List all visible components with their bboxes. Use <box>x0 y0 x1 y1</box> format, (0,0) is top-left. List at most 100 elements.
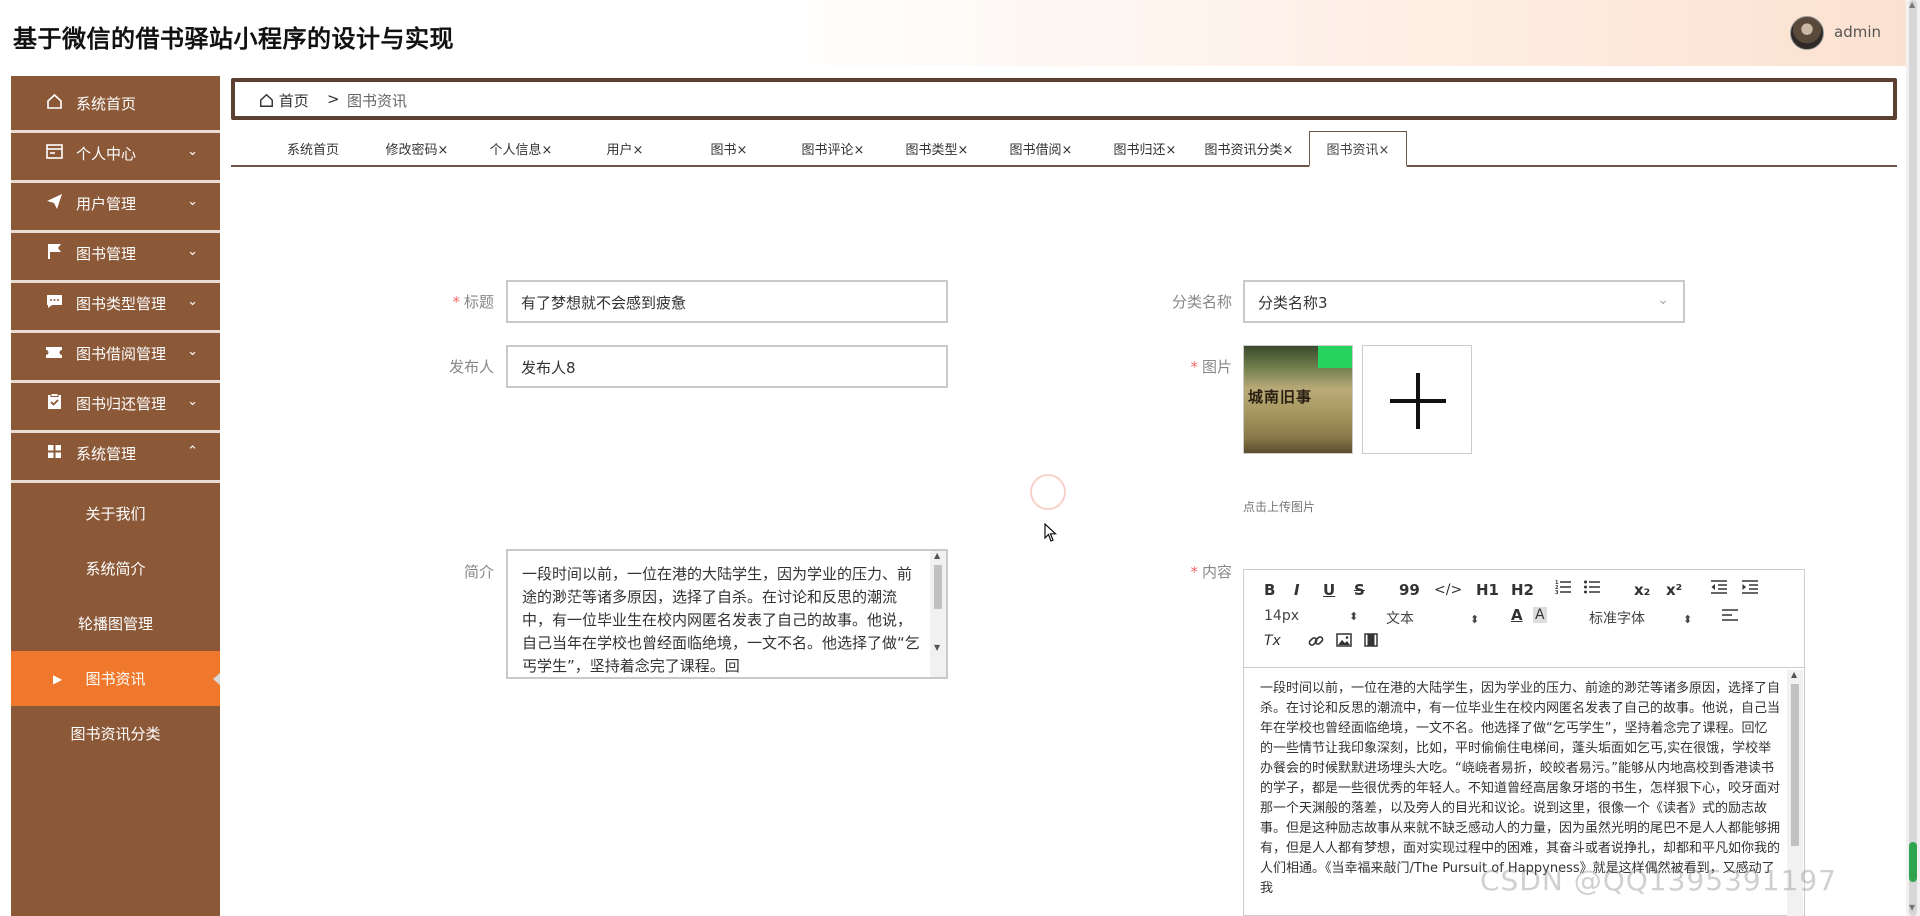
paragraph-select[interactable]: 文本 ⬍ <box>1386 608 1479 628</box>
tab-book-return[interactable]: 图书归还× <box>1093 131 1197 165</box>
bullet-list-icon[interactable] <box>1584 579 1600 599</box>
code-block-button[interactable]: </> <box>1434 582 1462 598</box>
grid-icon <box>44 444 64 463</box>
chevron-down-icon: ⌄ <box>187 244 198 259</box>
sidebar-item-label: 用户管理 <box>76 194 137 213</box>
ordered-list-icon[interactable]: 123 <box>1555 579 1571 599</box>
mouse-cursor-icon <box>1044 522 1058 548</box>
image-icon[interactable] <box>1336 633 1352 651</box>
sidebar-item-system-management[interactable]: 系统管理 ⌃ <box>11 426 220 483</box>
tab-book-borrow[interactable]: 图书借阅× <box>989 131 1093 165</box>
tab-book-comment[interactable]: 图书评论× <box>781 131 885 165</box>
sidebar-item-user-management[interactable]: 用户管理 ⌄ <box>11 176 220 233</box>
outdent-icon[interactable] <box>1711 579 1727 599</box>
avatar[interactable] <box>1790 16 1824 50</box>
breadcrumb-home-label: 首页 <box>278 92 309 110</box>
tab-book-news[interactable]: 图书资讯× <box>1309 131 1407 167</box>
align-icon[interactable] <box>1722 608 1738 626</box>
summary-textarea[interactable]: 一段时间以前，一位在港的大陆学生，因为学业的压力、前途的渺茫等诸多原因，选择了自… <box>506 549 948 679</box>
underline-button[interactable]: U <box>1323 581 1335 599</box>
tab-change-password[interactable]: 修改密码× <box>365 131 469 165</box>
book-cover-image[interactable]: 城南旧事 <box>1243 345 1353 454</box>
scroll-up-icon[interactable]: ▲ <box>934 551 940 560</box>
sidebar-subitem-about-us[interactable]: 关于我们 <box>11 486 220 541</box>
heading-2-button[interactable]: H2 <box>1511 581 1534 599</box>
breadcrumb-separator: > <box>327 90 340 108</box>
sidebar-item-book-management[interactable]: 图书管理 ⌄ <box>11 226 220 283</box>
superscript-button[interactable]: x² <box>1666 581 1682 599</box>
scroll-indicator <box>1909 842 1917 882</box>
category-select[interactable]: 分类名称3 ⌄ <box>1243 280 1685 323</box>
publisher-input[interactable]: 发布人8 <box>506 345 948 388</box>
sidebar-item-label: 图书类型管理 <box>76 294 167 313</box>
italic-button[interactable]: I <box>1294 581 1300 599</box>
caret-right-icon: ▶ <box>53 671 63 686</box>
video-icon[interactable] <box>1364 633 1378 651</box>
sidebar-subitem-book-news[interactable]: ▶ 图书资讯 <box>11 651 220 706</box>
subscript-button[interactable]: x₂ <box>1634 581 1650 599</box>
updown-icon: ⬍ <box>1683 613 1693 626</box>
flag-icon <box>44 243 64 264</box>
sidebar-item-label: 系统首页 <box>76 94 137 113</box>
sidebar-subitem-carousel-management[interactable]: 轮播图管理 <box>11 596 220 651</box>
clipboard-check-icon <box>44 392 64 414</box>
scroll-up-icon[interactable]: ▲ <box>1791 670 1797 679</box>
scroll-down-icon[interactable]: ▼ <box>934 643 940 652</box>
chevron-down-icon: ⌄ <box>1657 292 1669 308</box>
scroll-down-icon[interactable]: ▼ <box>1909 903 1915 912</box>
updown-icon: ⬍ <box>1470 613 1480 626</box>
paper-plane-icon <box>44 193 64 214</box>
bold-button[interactable]: B <box>1264 581 1275 599</box>
tab-book-news-category[interactable]: 图书资讯分类× <box>1197 131 1301 165</box>
heading-1-button[interactable]: H1 <box>1476 581 1499 599</box>
chevron-down-icon: ⌄ <box>187 294 198 309</box>
sidebar-item-home[interactable]: 系统首页 <box>11 76 220 133</box>
link-icon[interactable] <box>1308 633 1324 653</box>
sidebar-item-book-borrow-management[interactable]: 图书借阅管理 ⌄ <box>11 326 220 383</box>
sidebar-subitem-label: 图书资讯 <box>85 670 146 688</box>
content-label: * 内容 <box>1190 563 1232 581</box>
sidebar-subitem-book-news-category[interactable]: 图书资讯分类 <box>11 706 220 761</box>
home-icon <box>44 93 64 114</box>
username[interactable]: admin <box>1834 23 1881 41</box>
tab-home[interactable]: 系统首页 <box>261 131 365 165</box>
sidebar-item-book-return-management[interactable]: 图书归还管理 ⌄ <box>11 376 220 433</box>
font-size-select[interactable]: 14px ⬍ <box>1264 608 1358 624</box>
tab-user[interactable]: 用户× <box>573 131 677 165</box>
scroll-up-icon[interactable]: ▲ <box>1909 0 1915 9</box>
sidebar-item-label: 图书借阅管理 <box>76 344 167 363</box>
clear-format-button[interactable]: Tx <box>1264 633 1281 649</box>
sidebar: 系统首页 个人中心 ⌄ 用户管理 ⌄ 图书管理 ⌄ 图书类型管理 ⌄ 图书借阅管… <box>11 76 220 916</box>
title-input[interactable]: 有了梦想就不会感到疲惫 <box>506 280 948 323</box>
indent-icon[interactable] <box>1742 579 1758 599</box>
sidebar-item-label: 个人中心 <box>76 144 137 163</box>
sidebar-item-book-type-management[interactable]: 图书类型管理 ⌄ <box>11 276 220 333</box>
chevron-down-icon: ⌄ <box>187 194 198 209</box>
home-icon <box>260 93 273 107</box>
chevron-down-icon: ⌄ <box>187 394 198 409</box>
blockquote-button[interactable]: 99 <box>1399 581 1420 599</box>
image-label: * 图片 <box>1190 358 1232 376</box>
page-scrollbar[interactable]: ▲ ▼ <box>1906 0 1920 916</box>
font-family-select[interactable]: 标准字体 ⬍ <box>1589 608 1692 628</box>
breadcrumb-home[interactable]: 首页 <box>259 90 309 111</box>
active-notch <box>213 673 220 685</box>
chat-bubble-icon <box>44 294 64 313</box>
sidebar-item-personal-center[interactable]: 个人中心 ⌄ <box>11 126 220 183</box>
strike-button[interactable]: S <box>1354 581 1365 599</box>
id-card-icon <box>44 143 64 163</box>
tab-personal-info[interactable]: 个人信息× <box>469 131 573 165</box>
watermark: CSDN @QQ1395391197 <box>1480 864 1837 897</box>
tab-book-type[interactable]: 图书类型× <box>885 131 989 165</box>
font-color-icon[interactable]: A <box>1511 606 1523 624</box>
tab-book[interactable]: 图书× <box>677 131 781 165</box>
upload-hint: 点击上传图片 <box>1243 500 1316 514</box>
chevron-up-icon: ⌃ <box>187 444 198 459</box>
page-scrollbar-thumb[interactable] <box>1909 0 1917 916</box>
background-color-icon[interactable]: A <box>1533 607 1547 623</box>
image-upload-button[interactable] <box>1362 345 1472 454</box>
summary-scrollbar[interactable]: ▲ ▼ <box>930 551 946 677</box>
sidebar-subitem-system-intro[interactable]: 系统简介 <box>11 541 220 596</box>
publisher-label: 发布人 <box>448 358 494 376</box>
sidebar-item-label: 图书管理 <box>76 244 137 263</box>
